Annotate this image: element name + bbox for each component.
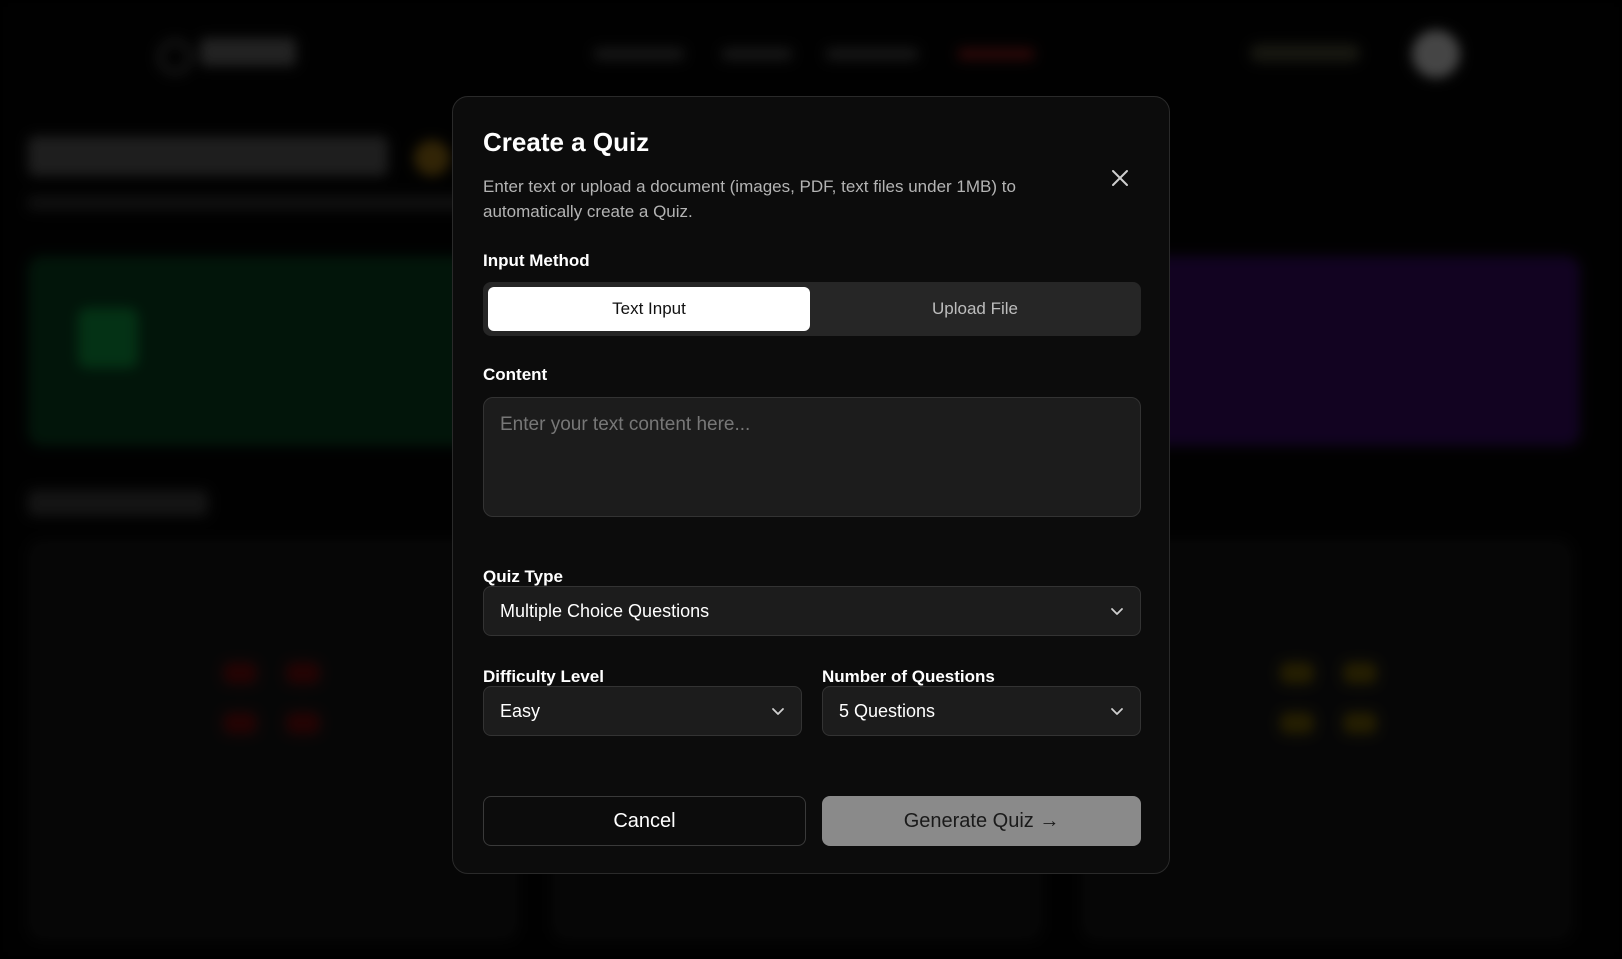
generate-quiz-button[interactable]: Generate Quiz → (822, 796, 1141, 846)
chevron-down-icon (1111, 608, 1123, 615)
chevron-down-icon (772, 708, 784, 715)
difficulty-value: Easy (500, 700, 541, 721)
difficulty-label: Difficulty Level (483, 667, 604, 686)
quiz-type-label: Quiz Type (483, 567, 563, 586)
chevron-down-icon (1111, 708, 1123, 715)
quiz-type-select[interactable]: Multiple Choice Questions (483, 586, 1141, 636)
content-label: Content (483, 365, 548, 384)
content-textarea[interactable]: Enter your text content here... (483, 397, 1141, 517)
num-questions-value: 5 Questions (839, 700, 936, 721)
num-questions-select[interactable]: 5 Questions (822, 686, 1141, 736)
close-icon (1112, 170, 1128, 186)
num-questions-label: Number of Questions (822, 667, 995, 686)
modal-description: Enter text or upload a document (images,… (483, 177, 1016, 221)
create-quiz-modal: Create a Quiz Enter text or upload a doc… (452, 96, 1170, 874)
cancel-button[interactable]: Cancel (483, 796, 806, 846)
close-button[interactable] (1105, 163, 1135, 193)
tab-upload-file[interactable]: Upload File (814, 287, 1136, 331)
input-method-toggle: Text Input Upload File (483, 282, 1141, 336)
quiz-type-value: Multiple Choice Questions (500, 600, 710, 621)
modal-title: Create a Quiz (483, 127, 650, 157)
tab-text-input[interactable]: Text Input (488, 287, 810, 331)
input-method-label: Input Method (483, 251, 590, 270)
difficulty-select[interactable]: Easy (483, 686, 802, 736)
